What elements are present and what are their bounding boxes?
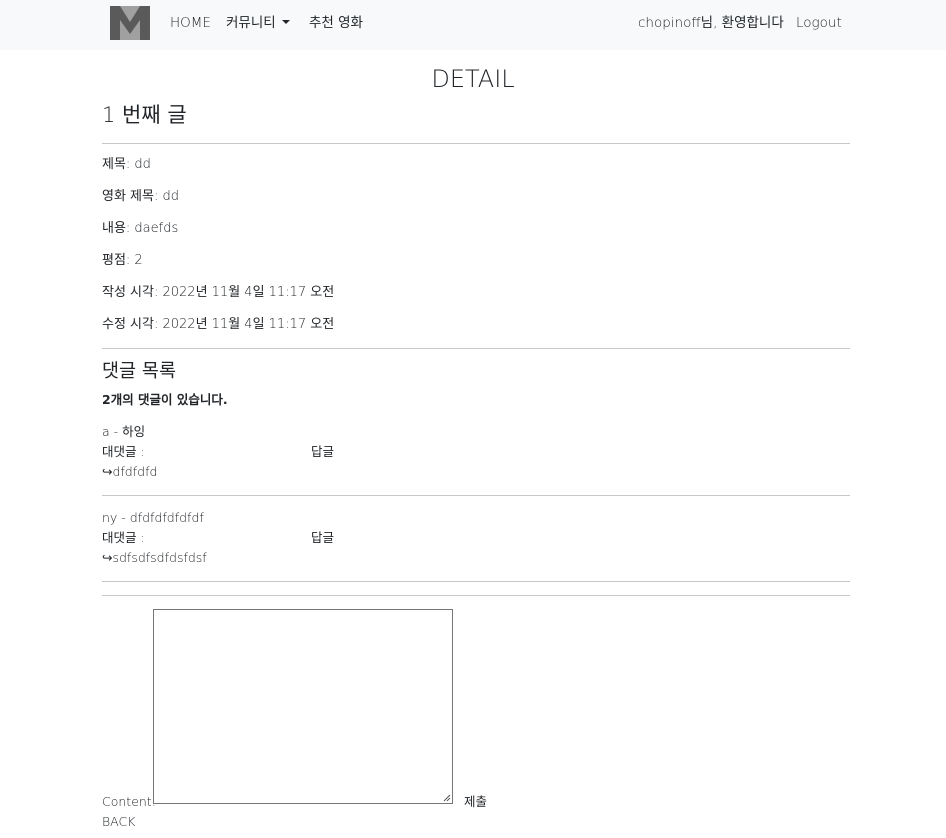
reply-text: ↪sdfsdfsdfdsfdsf: [102, 550, 207, 565]
submit-button[interactable]: 제출: [464, 793, 487, 811]
divider: [102, 581, 850, 582]
logout-link[interactable]: Logout: [796, 14, 842, 32]
comments-count: 2개의 댓글이 있습니다.: [102, 392, 228, 407]
reply-label: 대댓글 :: [102, 530, 145, 545]
post-updated-at: 수정 시각: 2022년 11월 4일 11:17 오전: [102, 317, 335, 332]
welcome-text: chopinoff님, 환영합니다: [638, 15, 784, 31]
divider: [102, 595, 850, 596]
reply-button[interactable]: 답글: [311, 443, 334, 461]
nav-community-dropdown[interactable]: 커뮤니티: [226, 14, 290, 32]
post-created-at: 작성 시각: 2022년 11월 4일 11:17 오전: [102, 285, 335, 300]
reply-button[interactable]: 답글: [311, 529, 334, 547]
logo-icon[interactable]: [110, 6, 150, 40]
divider: [102, 348, 850, 349]
post-movie-title: 영화 제목: dd: [102, 189, 179, 204]
divider: [102, 143, 850, 144]
reply-label: 대댓글 :: [102, 444, 145, 459]
comment-author-line: ny - dfdfdfdfdfdf: [102, 510, 204, 525]
caret-down-icon: [281, 20, 290, 24]
back-link[interactable]: BACK: [102, 813, 135, 831]
comment-author-line: a - 하잉: [102, 424, 146, 439]
post-heading: 1 번째 글: [102, 103, 187, 127]
reply-text: ↪dfdfdfd: [102, 464, 158, 479]
content-textarea[interactable]: [153, 609, 453, 804]
comments-heading: 댓글 목록: [102, 361, 176, 382]
content-label: Content:: [102, 794, 156, 809]
nav-community-label: 커뮤니티: [226, 15, 276, 31]
post-rating: 평점: 2: [102, 253, 143, 268]
navbar: HOME 커뮤니티 추천 영화 chopinoff님, 환영합니다 Logout: [0, 0, 946, 50]
post-title: 제목: dd: [102, 157, 151, 172]
nav-home-link[interactable]: HOME: [170, 14, 211, 32]
post-content: 내용: daefds: [102, 221, 179, 236]
divider: [102, 495, 850, 496]
resize-grip-icon[interactable]: [442, 793, 451, 802]
nav-recommend-link[interactable]: 추천 영화: [309, 14, 363, 32]
page-title: DETAIL: [431, 65, 515, 93]
